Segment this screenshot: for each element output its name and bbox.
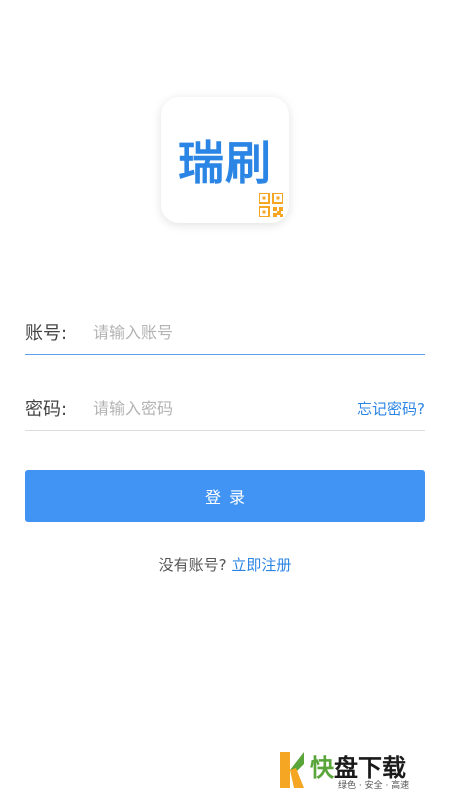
k-logo-icon bbox=[280, 752, 304, 788]
qr-code-icon bbox=[259, 193, 283, 217]
account-label: 账号: bbox=[25, 323, 68, 344]
app-logo-text: 瑞刷 bbox=[178, 136, 272, 190]
password-input[interactable] bbox=[93, 390, 358, 426]
register-link[interactable]: 立即注册 bbox=[231, 556, 291, 574]
watermark-brand-first: 快 bbox=[310, 754, 334, 782]
register-prompt: 没有账号? bbox=[158, 556, 232, 574]
password-row: 密码: 忘记密码? bbox=[25, 388, 425, 428]
login-screen: 瑞刷 账号: 密码: 忘记密码? 登录 没有账号? 立即注册 bbox=[0, 0, 450, 800]
app-logo: 瑞刷 bbox=[161, 97, 289, 223]
register-row: 没有账号? 立即注册 bbox=[0, 554, 450, 575]
watermark-logo: 快盘下载 绿色 · 安全 · 高速 bbox=[278, 748, 448, 794]
watermark-tagline: 绿色 · 安全 · 高速 bbox=[338, 781, 410, 791]
forgot-password-link[interactable]: 忘记密码? bbox=[357, 398, 425, 419]
password-label: 密码: bbox=[25, 399, 68, 420]
password-underline bbox=[25, 430, 425, 431]
account-underline bbox=[25, 354, 425, 355]
login-button[interactable]: 登录 bbox=[25, 470, 425, 522]
account-input[interactable] bbox=[93, 314, 425, 350]
account-row: 账号: bbox=[25, 312, 425, 352]
